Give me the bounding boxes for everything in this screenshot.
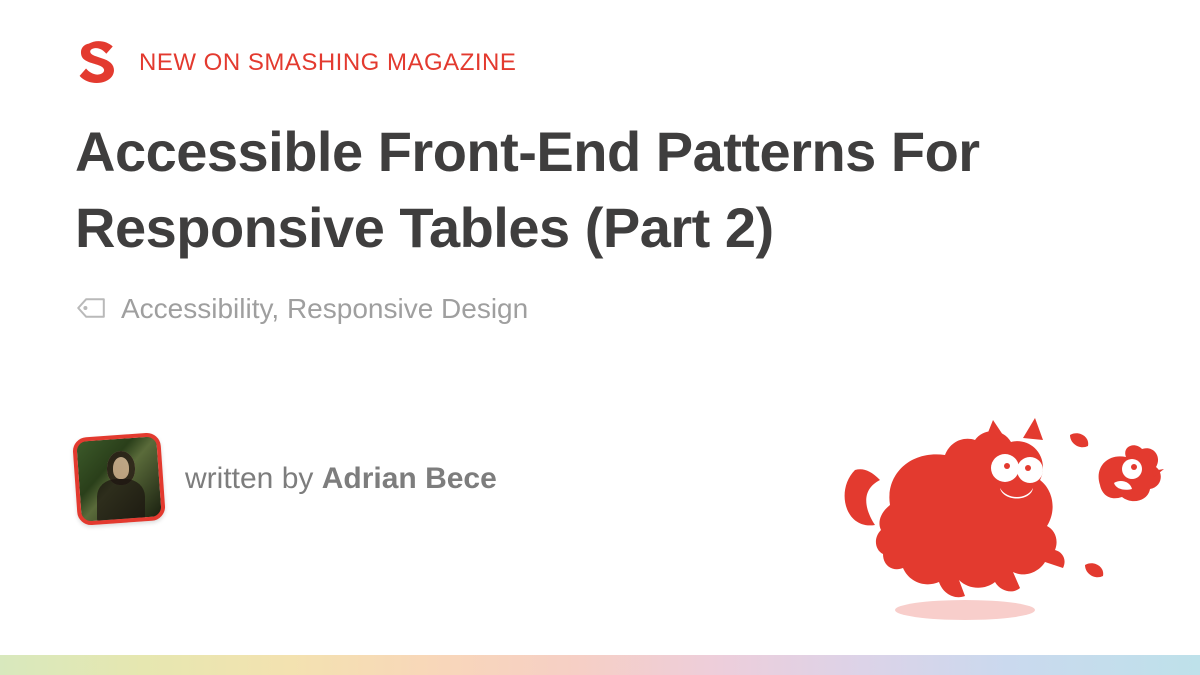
- smashing-logo-icon: [75, 40, 121, 86]
- mascot-cat-icon: [835, 410, 1165, 630]
- article-title: Accessible Front-End Patterns For Respon…: [75, 114, 1125, 265]
- author-name: Adrian Bece: [322, 462, 497, 495]
- tags-text: Accessibility, Responsive Design: [121, 293, 528, 325]
- kicker-row: NEW ON SMASHING MAGAZINE: [75, 40, 1125, 86]
- byline-prefix: written by: [185, 462, 322, 495]
- author-avatar: [72, 432, 166, 526]
- rainbow-divider: [0, 655, 1200, 675]
- kicker-text: NEW ON SMASHING MAGAZINE: [139, 49, 516, 77]
- byline: written by Adrian Bece: [185, 462, 497, 496]
- tags-row: Accessibility, Responsive Design: [75, 293, 1125, 325]
- tag-icon: [75, 296, 107, 322]
